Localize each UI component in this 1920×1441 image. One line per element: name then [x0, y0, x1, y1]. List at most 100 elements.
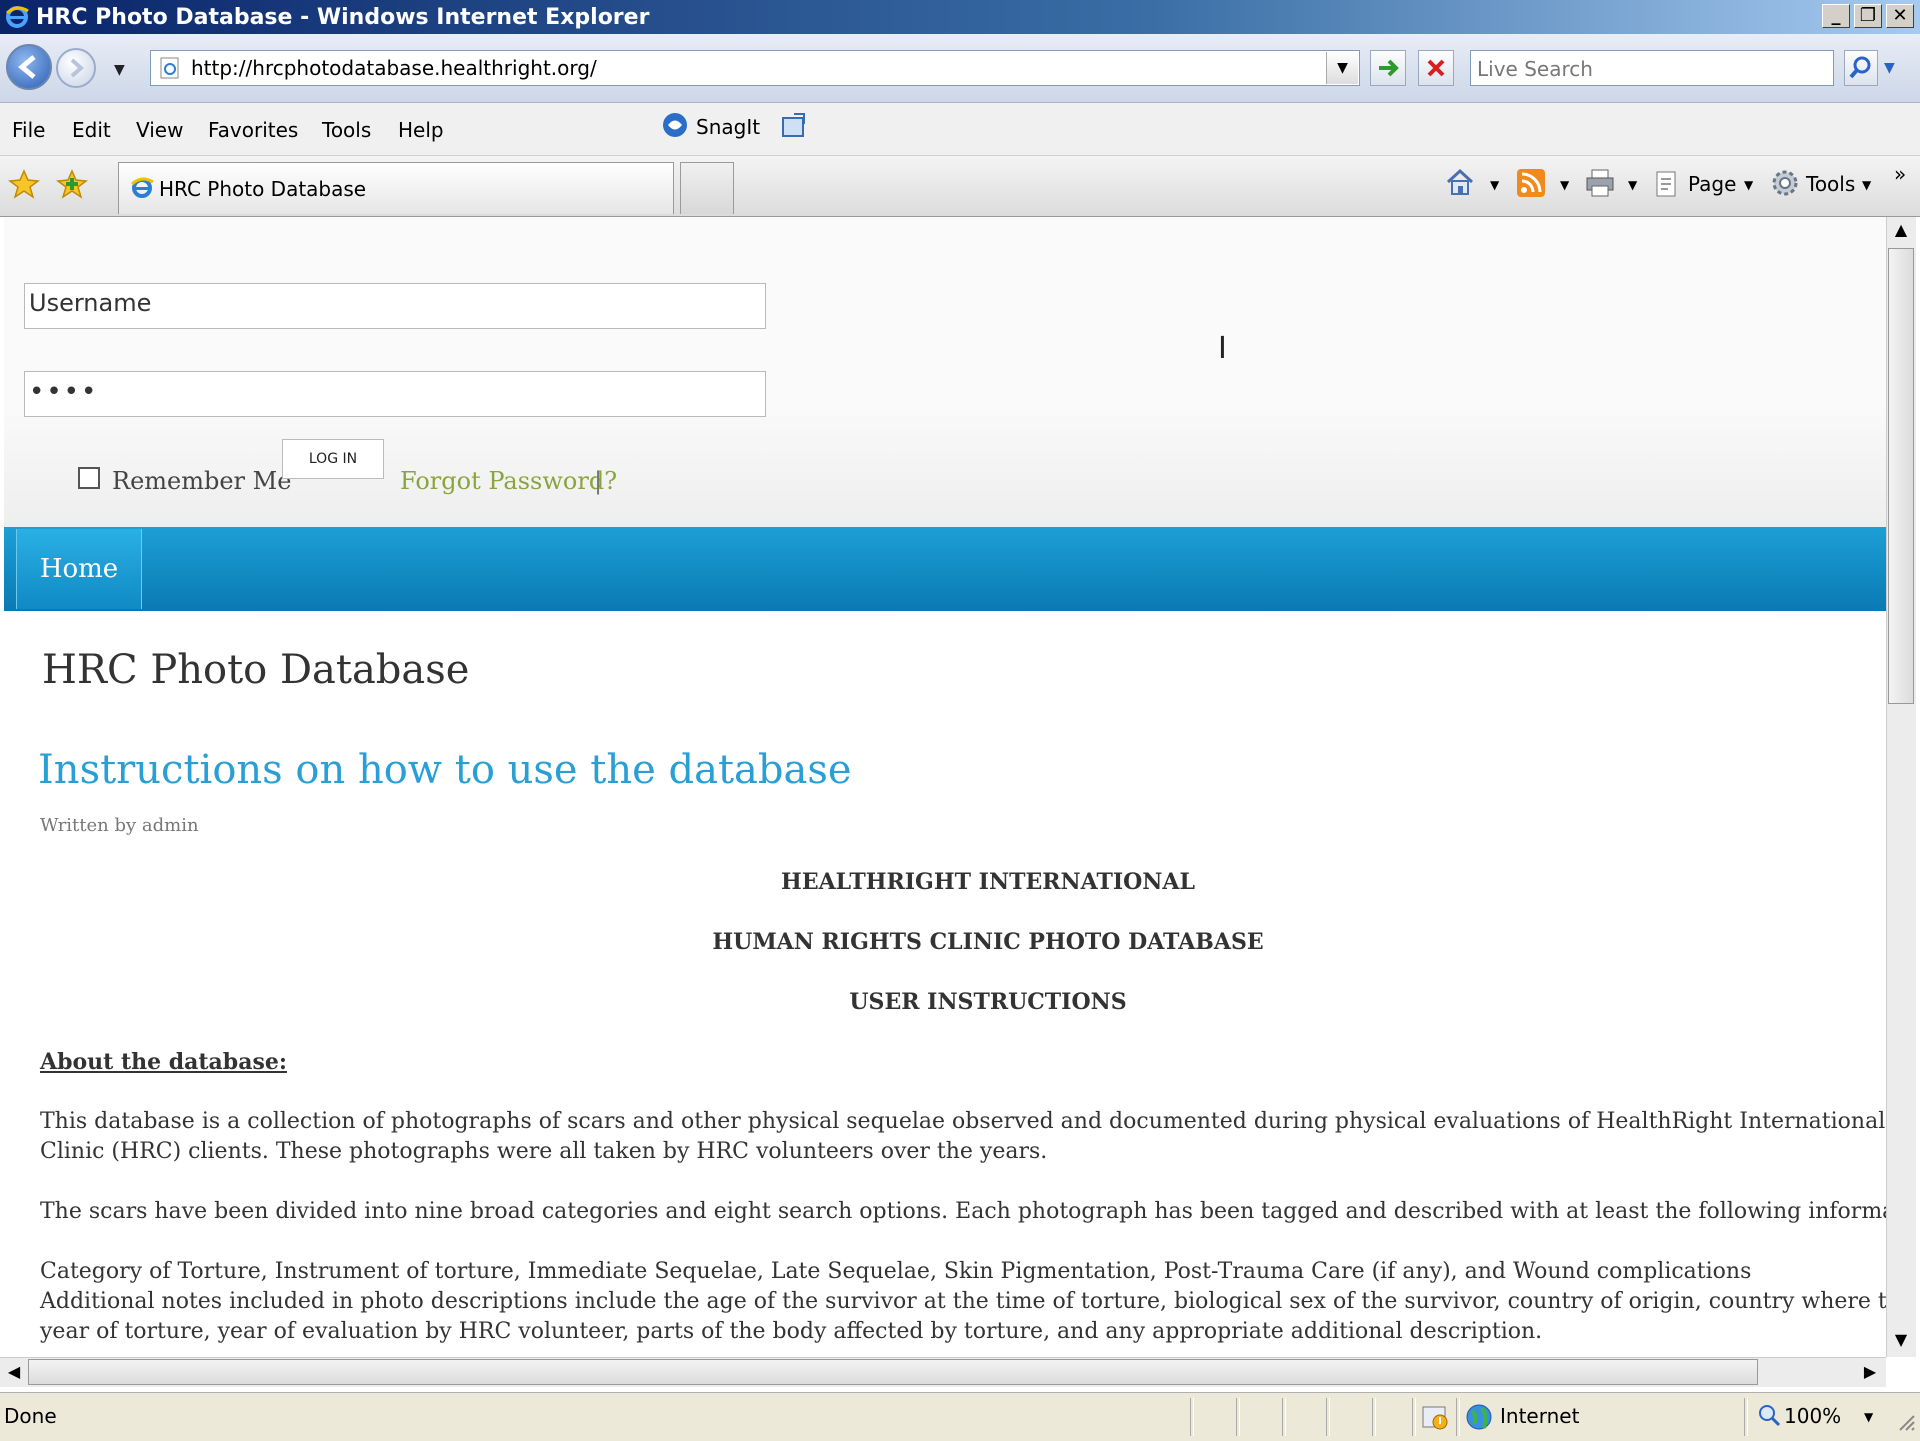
search-placeholder: Live Search [1477, 57, 1593, 81]
feeds-dropdown-icon[interactable]: ▼ [1560, 178, 1569, 192]
zoom-dropdown-icon[interactable]: ▼ [1864, 1410, 1873, 1424]
live-search-input[interactable]: Live Search [1470, 50, 1834, 86]
tab-label: HRC Photo Database [159, 177, 367, 201]
site-title: HRC Photo Database [42, 647, 470, 693]
status-text: Done [4, 1404, 57, 1428]
menu-edit[interactable]: Edit [72, 118, 111, 142]
favorites-star-icon[interactable] [8, 168, 40, 200]
heading-user-instructions: USER INSTRUCTIONS [849, 989, 1127, 1015]
scroll-left-arrow-icon[interactable]: ◀ [4, 1362, 24, 1381]
restore-button[interactable]: ❐ [1854, 4, 1882, 28]
article-title-link[interactable]: Instructions on how to use the database [38, 747, 852, 793]
ie-logo-icon [4, 4, 30, 30]
text-cursor-icon: I [1218, 331, 1227, 366]
menu-favorites[interactable]: Favorites [208, 118, 298, 142]
article-byline: Written by admin [40, 815, 199, 836]
stop-button[interactable] [1418, 50, 1454, 86]
menu-file[interactable]: File [12, 118, 45, 142]
status-divider [1282, 1398, 1286, 1436]
page-icon [159, 57, 181, 79]
minimize-button[interactable]: _ [1822, 4, 1850, 28]
menu-tools[interactable]: Tools [322, 118, 371, 142]
new-tab-button[interactable] [680, 162, 734, 214]
status-bar [0, 1392, 1920, 1441]
scroll-right-arrow-icon[interactable]: ▶ [1860, 1362, 1880, 1381]
search-options-dropdown-icon[interactable]: ▼ [1884, 60, 1895, 76]
nav-home[interactable]: Home [16, 529, 142, 609]
snagit-button[interactable]: SnagIt [696, 115, 760, 139]
vertical-scroll-thumb[interactable] [1888, 248, 1914, 704]
tags-paragraph-line1: Category of Torture, Instrument of tortu… [40, 1259, 1752, 1284]
status-divider [1412, 1398, 1416, 1436]
go-button[interactable] [1370, 50, 1406, 86]
address-bar[interactable]: http://hrcphotodatabase.healthright.org/ [150, 50, 1360, 86]
status-divider [1456, 1398, 1460, 1436]
feeds-icon[interactable] [1516, 168, 1546, 198]
zoom-magnifier-icon[interactable] [1756, 1402, 1782, 1428]
about-heading: About the database: [40, 1049, 287, 1075]
internet-globe-icon [1464, 1402, 1494, 1432]
page-menu-icon[interactable] [1654, 170, 1680, 198]
window-title: HRC Photo Database - Windows Internet Ex… [36, 5, 650, 30]
resize-grip-icon[interactable] [1894, 1410, 1916, 1432]
tools-dropdown-icon[interactable]: ▼ [1862, 178, 1871, 192]
status-divider [1236, 1398, 1240, 1436]
address-url[interactable]: http://hrcphotodatabase.healthright.org/ [191, 56, 597, 80]
login-button[interactable]: LOG IN [282, 439, 384, 479]
zoom-level[interactable]: 100% [1784, 1404, 1841, 1428]
back-button[interactable] [6, 44, 52, 90]
print-icon[interactable] [1584, 168, 1616, 198]
back-arrow-icon [18, 55, 36, 79]
snagit-capture-icon[interactable] [780, 112, 808, 140]
tab-ie-icon [129, 175, 155, 201]
snagit-icon[interactable] [660, 110, 690, 140]
status-divider [1326, 1398, 1330, 1436]
forward-button[interactable] [56, 48, 96, 88]
tags-paragraph-line3: year of torture, year of evaluation by H… [40, 1319, 1543, 1344]
page-dropdown-icon[interactable]: ▼ [1744, 178, 1753, 192]
menu-help[interactable]: Help [398, 118, 444, 142]
remember-me-checkbox[interactable] [78, 467, 100, 489]
page-menu-button[interactable]: Page [1688, 172, 1736, 196]
forward-arrow-icon [70, 58, 85, 78]
home-icon[interactable] [1444, 166, 1476, 198]
more-tools-chevron-icon[interactable]: » [1894, 162, 1906, 186]
gear-icon[interactable] [1770, 168, 1800, 198]
add-to-favorites-icon[interactable] [56, 168, 88, 200]
page-content: Username •••• Remember Me LOG IN Forgot … [4, 217, 1886, 1357]
window-title-bar: HRC Photo Database - Windows Internet Ex… [0, 0, 1920, 34]
remember-me-label: Remember Me [112, 467, 292, 495]
tab-hrc-photo-database[interactable]: HRC Photo Database [118, 162, 674, 214]
forgot-password-link[interactable]: Forgot Password? [400, 467, 617, 495]
search-button[interactable] [1844, 50, 1878, 86]
search-icon [1849, 56, 1871, 79]
scroll-up-arrow-icon[interactable]: ▲ [1890, 220, 1912, 239]
status-divider [1372, 1398, 1376, 1436]
username-field[interactable]: Username [24, 283, 766, 329]
scroll-down-arrow-icon[interactable]: ▼ [1890, 1330, 1912, 1349]
about-paragraph-line2: Clinic (HRC) clients. These photographs … [40, 1139, 1048, 1164]
categories-paragraph: The scars have been divided into nine br… [40, 1199, 1886, 1224]
security-zone-label: Internet [1500, 1404, 1580, 1428]
login-panel: Username •••• Remember Me LOG IN Forgot … [4, 217, 1886, 527]
protected-mode-icon[interactable] [1420, 1402, 1450, 1432]
home-dropdown-icon[interactable]: ▼ [1490, 178, 1499, 192]
about-paragraph-line1: This database is a collection of photogr… [40, 1109, 1886, 1134]
go-arrow-icon [1379, 59, 1399, 77]
heading-clinic-database: HUMAN RIGHTS CLINIC PHOTO DATABASE [712, 929, 1264, 955]
menu-view[interactable]: View [136, 118, 183, 142]
recent-pages-dropdown-icon[interactable]: ▼ [114, 62, 125, 78]
link-separator: | [594, 467, 603, 495]
tags-paragraph-line2: Additional notes included in photo descr… [40, 1289, 1886, 1314]
main-nav-bar [4, 527, 1886, 611]
horizontal-scroll-thumb[interactable] [28, 1359, 1758, 1385]
close-window-button[interactable]: ✕ [1886, 4, 1914, 28]
address-dropdown-button[interactable]: ▼ [1326, 52, 1358, 84]
print-dropdown-icon[interactable]: ▼ [1628, 178, 1637, 192]
status-divider [1190, 1398, 1194, 1436]
password-field[interactable]: •••• [24, 371, 766, 417]
stop-x-icon [1427, 59, 1445, 77]
heading-healthright: HEALTHRIGHT INTERNATIONAL [781, 869, 1195, 895]
status-divider [1744, 1398, 1748, 1436]
tools-menu-button[interactable]: Tools [1806, 172, 1855, 196]
